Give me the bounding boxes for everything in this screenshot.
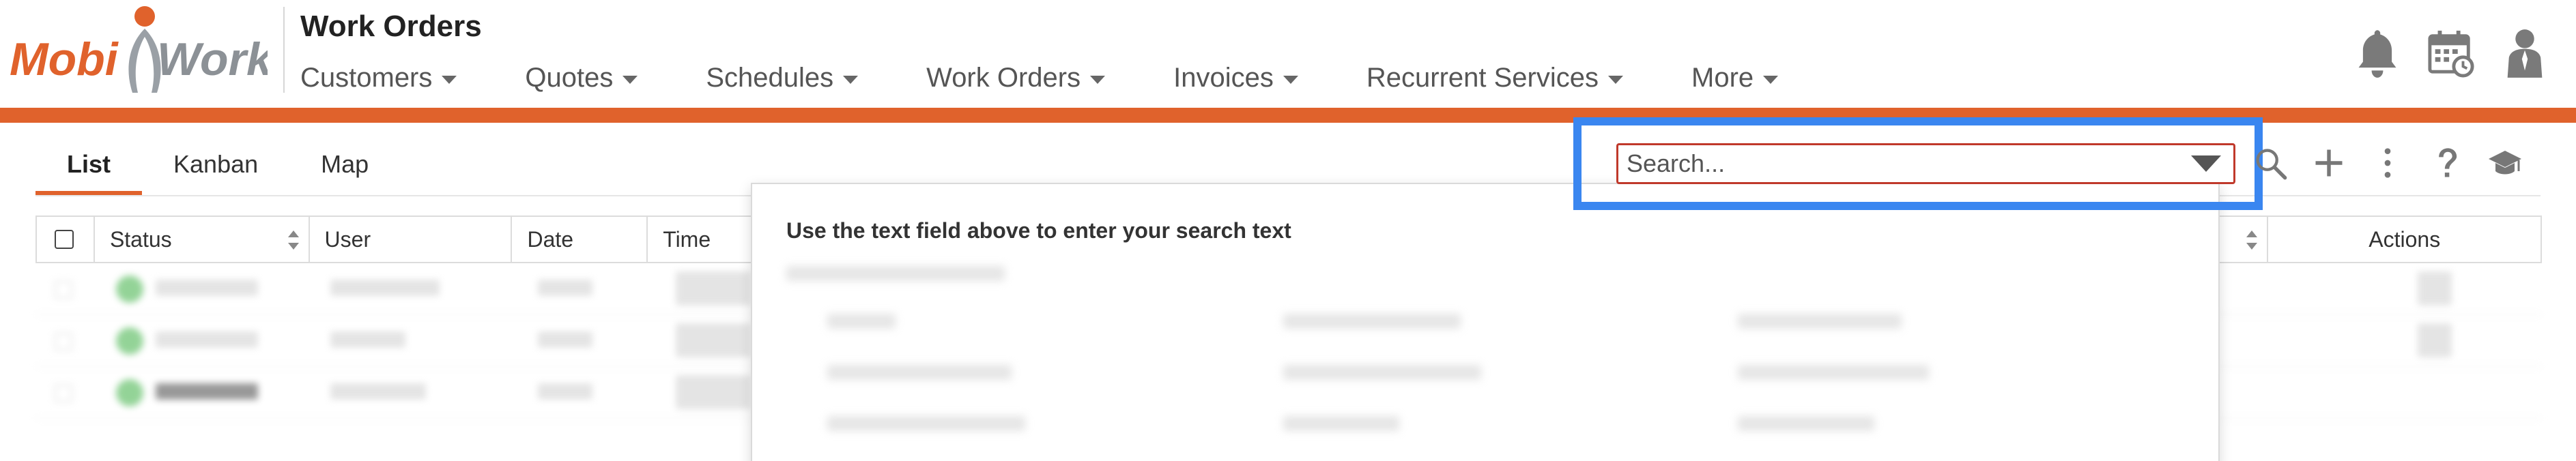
search-input[interactable] — [1618, 149, 2191, 178]
row-action[interactable] — [2418, 271, 2452, 306]
header-icon-group — [2353, 27, 2549, 79]
nav-item-quotes[interactable]: Quotes — [525, 63, 638, 93]
column-header-date[interactable]: Date — [512, 217, 648, 262]
nav-item-customers[interactable]: Customers — [300, 63, 457, 93]
nav-item-recurrent-services[interactable]: Recurrent Services — [1366, 63, 1623, 93]
mobiwork-logo[interactable]: Mobi Work — [8, 3, 274, 98]
column-label: Actions — [2369, 226, 2441, 252]
nav-item-label: Work Orders — [926, 62, 1081, 93]
column-header-actions: Actions — [2268, 217, 2541, 262]
search-hint-text: Use the text field above to enter your s… — [786, 218, 1291, 243]
section-heading — [786, 266, 1005, 281]
plus-icon[interactable] — [2311, 143, 2347, 183]
more-vertical-icon[interactable] — [2370, 143, 2405, 183]
column-label: Date — [527, 226, 574, 252]
search-field-option[interactable] — [827, 365, 1012, 380]
list-toolbar — [2252, 143, 2523, 183]
user-text — [330, 383, 426, 400]
search-dropdown-panel: Use the text field above to enter your s… — [751, 183, 2220, 461]
nav-item-label: Invoices — [1173, 62, 1274, 93]
status-dot — [116, 379, 143, 406]
column-label: Time — [663, 226, 711, 252]
nav-item-work-orders[interactable]: Work Orders — [926, 62, 1106, 93]
search-field-option[interactable] — [1738, 416, 1874, 431]
nav-item-label: Recurrent Services — [1366, 62, 1599, 93]
row-checkbox[interactable] — [55, 385, 72, 402]
nav-item-schedules[interactable]: Schedules — [706, 62, 859, 93]
status-text — [156, 280, 258, 296]
select-all-checkbox[interactable] — [55, 230, 74, 249]
help-icon[interactable] — [2429, 143, 2464, 183]
chevron-down-icon — [1763, 76, 1779, 84]
status-text — [156, 331, 258, 348]
time-text — [676, 375, 751, 409]
user-text — [330, 331, 405, 348]
sort-icon — [2246, 230, 2258, 250]
time-text — [676, 271, 751, 306]
select-all-cell — [37, 217, 95, 262]
chevron-down-icon — [1283, 76, 1298, 84]
column-label: User — [324, 226, 371, 252]
user-icon[interactable] — [2501, 27, 2549, 79]
nav-item-invoices[interactable]: Invoices — [1173, 63, 1298, 93]
svg-text:Work: Work — [157, 33, 268, 85]
row-checkbox[interactable] — [55, 333, 72, 351]
search-field-option[interactable] — [1738, 314, 1902, 329]
row-checkbox[interactable] — [55, 281, 72, 299]
search-field — [1616, 143, 2235, 184]
chevron-down-icon — [622, 76, 638, 84]
search-dropdown-toggle[interactable] — [2191, 155, 2221, 172]
time-text — [676, 323, 751, 357]
nav-item-label: Schedules — [706, 62, 834, 93]
search-field-option[interactable] — [1738, 365, 1929, 380]
header-divider — [283, 7, 285, 93]
tab-list[interactable]: List — [35, 140, 143, 195]
date-text — [538, 331, 592, 348]
bell-icon[interactable] — [2353, 27, 2401, 79]
tab-map[interactable]: Map — [289, 140, 400, 195]
view-tabs: List Kanban Map — [35, 140, 400, 195]
search-field-option[interactable] — [827, 416, 1025, 431]
row-action[interactable] — [2418, 323, 2452, 357]
search-field-option[interactable] — [1283, 314, 1461, 329]
saved-search-fields — [779, 259, 2199, 461]
chevron-down-icon — [843, 76, 859, 84]
app-header: Mobi Work Work Orders Customers Quotes S… — [0, 0, 2576, 108]
chevron-down-icon — [1608, 76, 1623, 84]
search-field-option[interactable] — [1283, 416, 1399, 431]
status-dot — [116, 327, 143, 355]
date-text — [538, 383, 592, 400]
user-text — [330, 280, 440, 296]
search-icon[interactable] — [2252, 143, 2288, 183]
chevron-down-icon — [442, 76, 457, 84]
tab-kanban[interactable]: Kanban — [142, 140, 289, 195]
column-header-status[interactable]: Status — [95, 217, 310, 262]
nav-item-label: More — [1691, 62, 1754, 93]
search-field-option[interactable] — [827, 314, 896, 329]
column-header-user[interactable]: User — [310, 217, 513, 262]
svg-text:Mobi: Mobi — [10, 33, 119, 85]
nav-item-label: Quotes — [525, 62, 614, 93]
sort-icon — [287, 230, 299, 250]
date-text — [538, 280, 592, 296]
page-title: Work Orders — [300, 10, 482, 43]
column-label: Status — [109, 226, 172, 252]
status-text — [156, 383, 258, 400]
main-nav: Customers Quotes Schedules Work Orders I… — [300, 57, 1846, 98]
nav-item-label: Customers — [300, 62, 433, 93]
nav-item-more[interactable]: More — [1691, 62, 1779, 93]
chevron-down-icon — [1090, 76, 1106, 84]
graduation-cap-icon[interactable] — [2487, 143, 2523, 183]
status-dot — [116, 276, 143, 303]
calendar-icon[interactable] — [2427, 27, 2475, 79]
search-field-option[interactable] — [1283, 365, 1481, 380]
